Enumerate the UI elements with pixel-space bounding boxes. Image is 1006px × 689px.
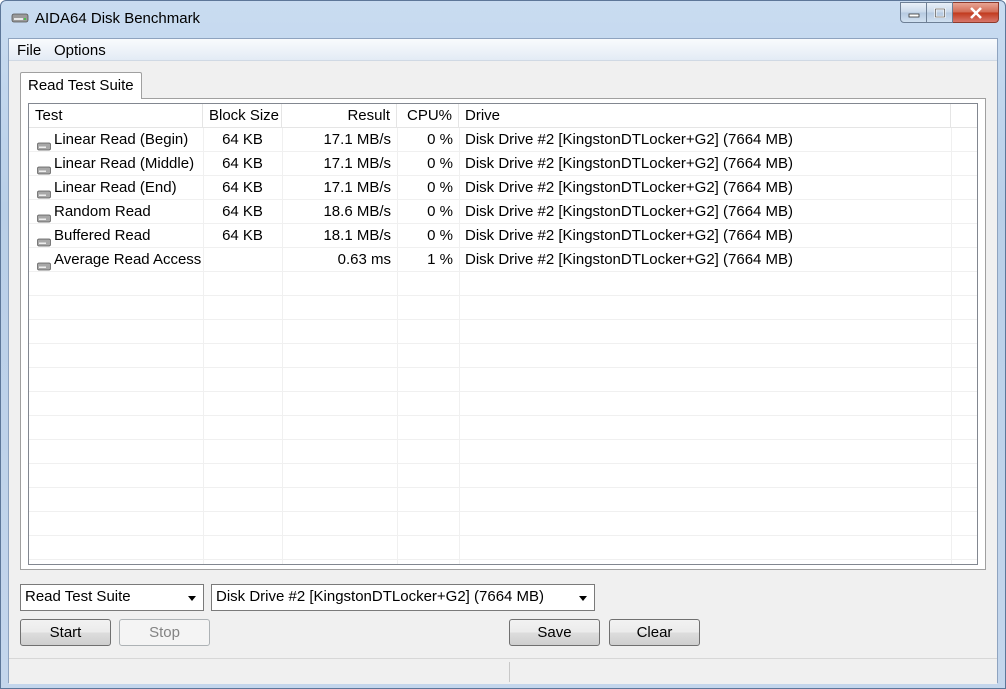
close-button[interactable] — [953, 2, 999, 23]
drive-select-value: Disk Drive #2 [KingstonDTLocker+G2] (766… — [216, 588, 545, 605]
cell-result: 17.1 MB/s — [323, 155, 391, 172]
cell-drive: Disk Drive #2 [KingstonDTLocker+G2] (766… — [465, 227, 794, 244]
cell-test: Linear Read (Begin) — [31, 128, 203, 152]
window-title: AIDA64 Disk Benchmark — [35, 10, 201, 27]
column-header-result[interactable]: Result — [282, 104, 397, 128]
cell-test: Linear Read (Middle) — [31, 152, 203, 176]
menu-bar: File Options — [9, 39, 997, 61]
cell-result: 18.1 MB/s — [323, 227, 391, 244]
cell-cpu: 0 % — [427, 179, 453, 196]
table-row — [29, 320, 977, 344]
maximize-icon — [934, 7, 945, 18]
column-header-drive[interactable]: Drive — [459, 104, 951, 128]
cell-test-label: Random Read — [54, 203, 151, 220]
cell-cpu: 0 % — [427, 131, 453, 148]
app-window: AIDA64 Disk Benchmark File Options Read … — [0, 0, 1006, 689]
clear-button[interactable]: Clear — [609, 619, 700, 646]
cell-block-size: 64 KB — [222, 131, 263, 148]
cell-test: Linear Read (End) — [31, 176, 203, 200]
table-row[interactable]: Linear Read (Middle) 64 KB 17.1 MB/s 0 % Dis… — [29, 152, 977, 176]
hard-disk-icon — [37, 207, 51, 222]
status-bar — [9, 658, 997, 684]
start-button[interactable]: Start — [20, 619, 111, 646]
table-row — [29, 344, 977, 368]
table-row — [29, 536, 977, 560]
tab-read-test-suite[interactable]: Read Test Suite — [20, 72, 142, 99]
hard-disk-icon — [37, 183, 51, 198]
cell-test-label: Average Read Access — [54, 251, 202, 268]
test-suite-select[interactable]: Read Test Suite — [20, 584, 204, 611]
close-icon — [969, 6, 982, 19]
cell-drive: Disk Drive #2 [KingstonDTLocker+G2] (766… — [465, 251, 794, 268]
hard-disk-icon — [11, 13, 29, 23]
table-row[interactable]: Linear Read (End) 64 KB 17.1 MB/s 0 % Disk D… — [29, 176, 977, 200]
cell-test: Average Read Access — [31, 248, 203, 272]
menu-options[interactable]: Options — [54, 42, 106, 59]
table-row — [29, 296, 977, 320]
minimize-icon — [908, 13, 919, 17]
column-header-cpu[interactable]: CPU% — [397, 104, 459, 128]
hard-disk-icon — [37, 159, 51, 174]
cell-result: 17.1 MB/s — [323, 179, 391, 196]
cell-block-size — [203, 248, 282, 272]
menu-file[interactable]: File — [17, 42, 41, 59]
hard-disk-icon — [37, 231, 51, 246]
cell-drive: Disk Drive #2 [KingstonDTLocker+G2] (766… — [465, 131, 794, 148]
table-row[interactable]: Random Read 64 KB 18.6 MB/s 0 % Disk Drive #… — [29, 200, 977, 224]
table-row[interactable]: Average Read Access 0.63 ms 1 % Disk Drive … — [29, 248, 977, 272]
hard-disk-icon — [37, 255, 51, 270]
cell-cpu: 0 % — [427, 155, 453, 172]
title-bar[interactable]: AIDA64 Disk Benchmark — [1, 1, 1005, 37]
cell-block-size: 64 KB — [222, 227, 263, 244]
minimize-button[interactable] — [900, 2, 927, 23]
tab-panel: Test Block Size Result CPU% Drive Linear… — [20, 98, 986, 570]
chevron-down-icon — [188, 596, 196, 601]
table-row — [29, 368, 977, 392]
table-row — [29, 392, 977, 416]
column-header-test[interactable]: Test — [29, 104, 203, 128]
save-button[interactable]: Save — [509, 619, 600, 646]
cell-test-label: Linear Read (Begin) — [54, 131, 189, 148]
cell-result: 0.63 ms — [337, 251, 391, 268]
cell-test-label: Linear Read (End) — [54, 179, 177, 196]
cell-cpu: 0 % — [427, 203, 453, 220]
cell-block-size: 64 KB — [222, 203, 263, 220]
table-row — [29, 488, 977, 512]
cell-cpu: 0 % — [427, 227, 453, 244]
table-row — [29, 440, 977, 464]
cell-block-size: 64 KB — [222, 155, 263, 172]
column-header-block-size[interactable]: Block Size — [203, 104, 282, 128]
cell-test-label: Linear Read (Middle) — [54, 155, 195, 172]
status-divider — [509, 662, 510, 682]
table-row[interactable]: Linear Read (Begin) 64 KB 17.1 MB/s 0 % Disk… — [29, 128, 977, 152]
cell-test: Buffered Read — [31, 224, 203, 248]
maximize-button[interactable] — [927, 2, 953, 23]
cell-drive: Disk Drive #2 [KingstonDTLocker+G2] (766… — [465, 203, 794, 220]
table-row — [29, 512, 977, 536]
drive-select[interactable]: Disk Drive #2 [KingstonDTLocker+G2] (766… — [211, 584, 595, 611]
table-row[interactable]: Buffered Read 64 KB 18.1 MB/s 0 % Disk Drive… — [29, 224, 977, 248]
caption-buttons — [900, 2, 999, 23]
cell-cpu: 1 % — [427, 251, 453, 268]
cell-test: Random Read — [31, 200, 203, 224]
client-area: File Options Read Test Suite Test Block … — [8, 38, 998, 684]
table-header: Test Block Size Result CPU% Drive — [29, 104, 977, 128]
table-row — [29, 464, 977, 488]
table-row — [29, 416, 977, 440]
results-table[interactable]: Test Block Size Result CPU% Drive Linear… — [28, 103, 978, 565]
cell-test-label: Buffered Read — [54, 227, 151, 244]
cell-result: 18.6 MB/s — [323, 203, 391, 220]
cell-drive: Disk Drive #2 [KingstonDTLocker+G2] (766… — [465, 155, 794, 172]
cell-result: 17.1 MB/s — [323, 131, 391, 148]
cell-block-size: 64 KB — [222, 179, 263, 196]
table-row — [29, 272, 977, 296]
chevron-down-icon — [579, 596, 587, 601]
stop-button[interactable]: Stop — [119, 619, 210, 646]
test-suite-select-value: Read Test Suite — [25, 588, 131, 605]
cell-drive: Disk Drive #2 [KingstonDTLocker+G2] (766… — [465, 179, 794, 196]
hard-disk-icon — [37, 135, 51, 150]
